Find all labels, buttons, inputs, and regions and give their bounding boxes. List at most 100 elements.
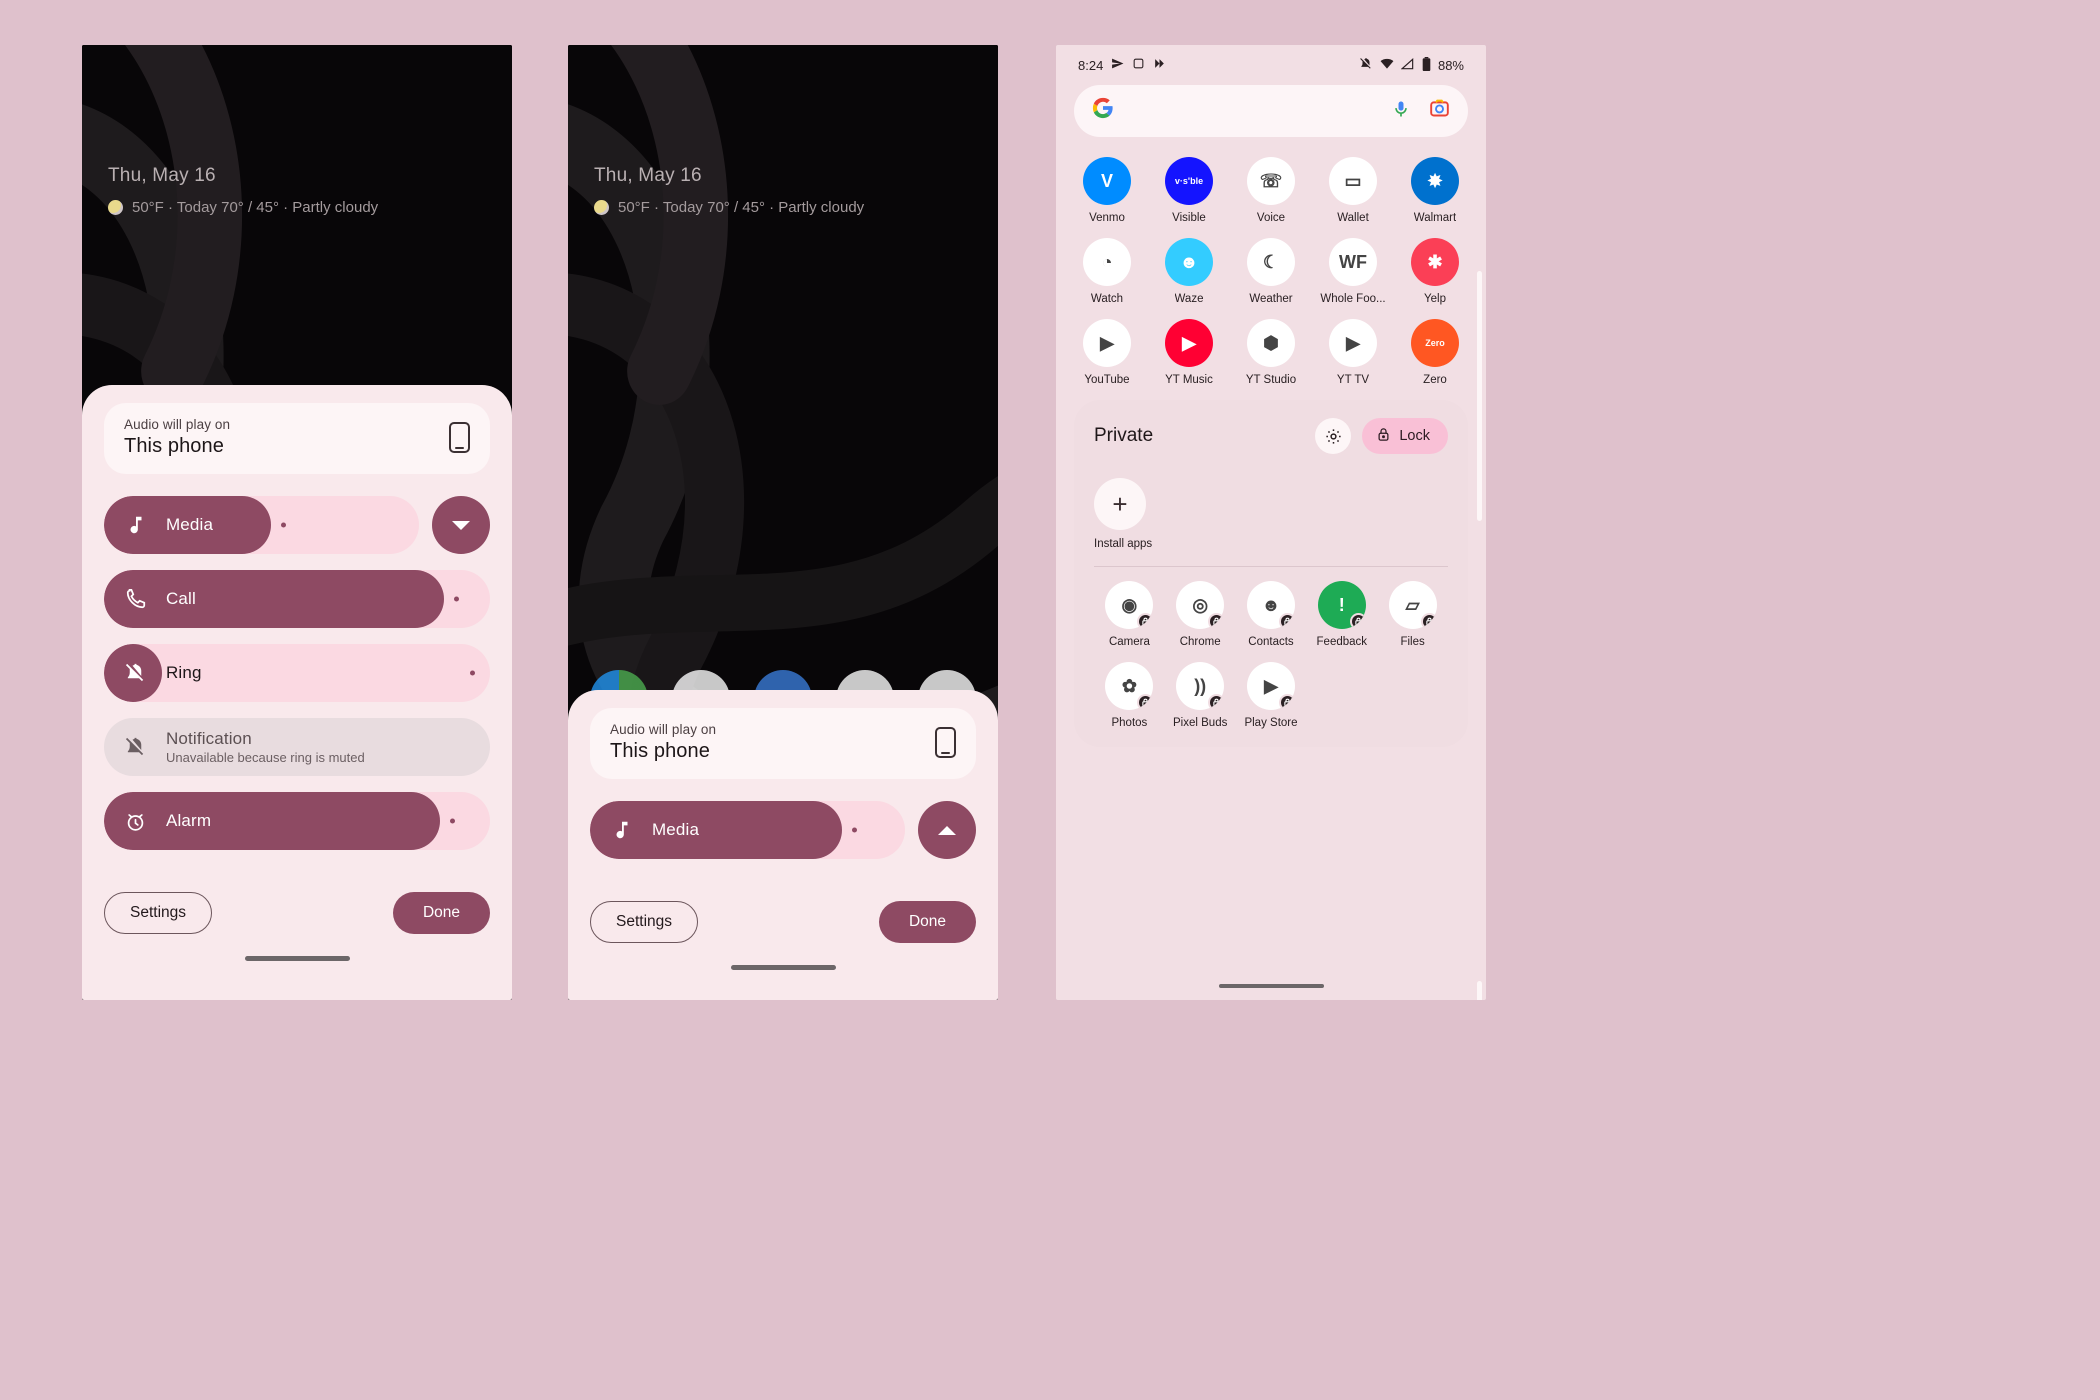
app-item[interactable]: ✸ Walmart — [1394, 157, 1476, 224]
app-item[interactable]: ▭ Wallet — [1312, 157, 1394, 224]
walmart-icon[interactable]: ✸ — [1411, 157, 1459, 205]
app-item[interactable]: ▶ YouTube — [1066, 319, 1148, 386]
app-item[interactable]: ! Feedback — [1306, 581, 1377, 648]
audio-output-card[interactable]: Audio will play on This phone — [590, 708, 976, 779]
app-label: Feedback — [1316, 636, 1368, 648]
weather-conditions: 50°F · Today 70° / 45° · Partly cloudy — [108, 199, 378, 216]
navigation-bar — [1056, 962, 1486, 1001]
notification-volume-slider: Notification Unavailable because ring is… — [104, 718, 490, 776]
app-item[interactable]: ▱ Files — [1377, 581, 1448, 648]
expand-collapse-button[interactable] — [432, 496, 490, 554]
google-photos-icon[interactable]: ✿ — [1105, 662, 1154, 710]
app-item[interactable]: ◉ Camera — [1094, 581, 1165, 648]
youtube-icon[interactable]: ▶ — [1083, 319, 1131, 367]
app-label: Watch — [1090, 293, 1124, 305]
phone-icon — [935, 727, 956, 758]
zero-icon[interactable]: Zero — [1411, 319, 1459, 367]
app-item[interactable]: Zero Zero — [1394, 319, 1476, 386]
app-drawer-scroll[interactable]: V Venmo v·s'ble Visible ☏ Voice ▭ Wallet ✸ Walmar… — [1056, 151, 1486, 1000]
app-label: Waze — [1174, 293, 1204, 305]
weather-date: Thu, May 16 — [108, 165, 216, 186]
install-apps-label: Install apps — [1094, 538, 1153, 550]
whole-foods-icon[interactable]: WF — [1329, 238, 1377, 286]
partly-cloudy-icon — [594, 200, 609, 215]
camera-icon[interactable]: ◉ — [1105, 581, 1154, 629]
app-item[interactable]: ☻ Waze — [1148, 238, 1230, 305]
output-device: This phone — [124, 435, 224, 457]
app-item[interactable]: ▶ Play Store — [1236, 662, 1307, 729]
yt-studio-icon[interactable]: ⬢ — [1247, 319, 1295, 367]
done-button[interactable]: Done — [392, 892, 490, 934]
alarm-volume-slider[interactable]: Alarm — [104, 792, 490, 850]
app-item[interactable]: ◔ Watch — [1066, 238, 1148, 305]
app-label: Visible — [1172, 212, 1206, 224]
app-item[interactable]: ☻ Contacts — [1236, 581, 1307, 648]
volume-sliders-list: Media — [104, 496, 490, 850]
call-volume-slider[interactable]: Call — [104, 570, 490, 628]
pixel-watch-icon[interactable]: ◔ — [1083, 238, 1131, 286]
home-gesture-pill[interactable] — [730, 965, 836, 970]
private-badge-icon — [1208, 694, 1225, 710]
app-item[interactable]: ✿ Photos — [1094, 662, 1165, 729]
settings-button[interactable]: Settings — [590, 901, 699, 943]
app-item[interactable]: ◎ Chrome — [1165, 581, 1236, 648]
app-item[interactable]: )) Pixel Buds — [1165, 662, 1236, 729]
app-item[interactable]: ☏ Voice — [1230, 157, 1312, 224]
lock-button-label: Lock — [1399, 428, 1430, 444]
app-label: Photos — [1111, 717, 1148, 729]
weather-text: 50°F · Today 70° / 45° · Partly cloudy — [618, 199, 865, 216]
google-lens-icon[interactable] — [1429, 98, 1450, 124]
search-input[interactable] — [1074, 85, 1468, 137]
ring-label: Ring — [166, 663, 202, 682]
chrome-icon[interactable]: ◎ — [1176, 581, 1225, 629]
play-store-icon[interactable]: ▶ — [1246, 662, 1295, 710]
app-item[interactable]: v·s'ble Visible — [1148, 157, 1230, 224]
install-apps-entry[interactable]: + Install apps — [1094, 478, 1158, 550]
yelp-icon[interactable]: ✱ — [1411, 238, 1459, 286]
app-item[interactable]: ☾ Weather — [1230, 238, 1312, 305]
files-icon[interactable]: ▱ — [1388, 581, 1437, 629]
done-button[interactable]: Done — [878, 901, 976, 943]
ring-volume-slider[interactable]: Ring — [104, 644, 490, 702]
google-wallet-icon[interactable]: ▭ — [1329, 157, 1377, 205]
pixel-buds-icon[interactable]: )) — [1176, 662, 1225, 710]
output-device: This phone — [610, 740, 710, 762]
media-volume-slider[interactable]: Media — [590, 801, 905, 859]
visible-icon[interactable]: v·s'ble — [1165, 157, 1213, 205]
venmo-icon[interactable]: V — [1083, 157, 1131, 205]
private-space-header: Private Lock — [1094, 418, 1448, 454]
expand-collapse-button[interactable] — [918, 801, 976, 859]
yt-music-icon[interactable]: ▶ — [1165, 319, 1213, 367]
weather-icon[interactable]: ☾ — [1247, 238, 1295, 286]
google-voice-icon[interactable]: ☏ — [1247, 157, 1295, 205]
app-item[interactable]: ⬢ YT Studio — [1230, 319, 1312, 386]
plus-icon[interactable]: + — [1094, 478, 1146, 530]
app-label: YT Music — [1165, 374, 1213, 386]
signal-icon — [1400, 57, 1415, 74]
microphone-icon[interactable] — [1391, 99, 1411, 124]
app-label: Voice — [1256, 212, 1286, 224]
waze-icon[interactable]: ☻ — [1165, 238, 1213, 286]
private-space-lock-button[interactable]: Lock — [1362, 418, 1448, 454]
app-item[interactable]: WF Whole Foo... — [1312, 238, 1394, 305]
media-label: Media — [652, 820, 700, 839]
notification-sublabel: Unavailable because ring is muted — [166, 750, 365, 765]
contacts-icon[interactable]: ☻ — [1246, 581, 1295, 629]
app-item[interactable]: ✱ Yelp — [1394, 238, 1476, 305]
home-gesture-pill[interactable] — [244, 956, 350, 961]
scrollbar-thumb[interactable] — [1477, 271, 1482, 521]
yt-tv-icon[interactable]: ▶ — [1329, 319, 1377, 367]
ring-muted-icon — [1359, 57, 1373, 74]
audio-output-card[interactable]: Audio will play on This phone — [104, 403, 490, 474]
app-item[interactable]: ▶ YT TV — [1312, 319, 1394, 386]
home-gesture-pill[interactable] — [1218, 983, 1324, 988]
app-grid: V Venmo v·s'ble Visible ☏ Voice ▭ Wallet ✸ Walmar… — [1056, 151, 1486, 386]
media-volume-slider[interactable]: Media — [104, 496, 419, 554]
phone-icon — [449, 422, 470, 453]
app-item[interactable]: V Venmo — [1066, 157, 1148, 224]
settings-button[interactable]: Settings — [104, 892, 213, 934]
send-icon — [1111, 57, 1124, 73]
app-item[interactable]: ▶ YT Music — [1148, 319, 1230, 386]
private-space-settings-button[interactable] — [1315, 418, 1352, 454]
feedback-icon[interactable]: ! — [1317, 581, 1366, 629]
